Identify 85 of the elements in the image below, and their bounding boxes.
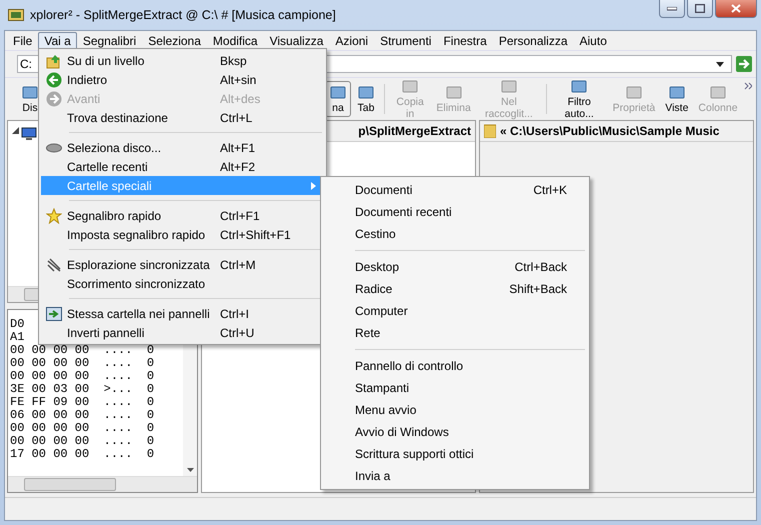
hex-row: 17 00 00 00 .... 0 <box>10 448 154 461</box>
minimize-button[interactable] <box>659 0 685 18</box>
menu-bar-item[interactable]: Azioni <box>329 32 374 50</box>
menu-item[interactable]: Inverti pannelli Ctrl+U <box>41 323 324 342</box>
menu-bar-item[interactable]: Modifica <box>206 32 264 50</box>
menu-item[interactable]: Stampanti <box>323 377 587 399</box>
back-arrow-icon <box>46 72 62 88</box>
toolbar-tile-icon <box>500 78 518 94</box>
toolbar-tile-icon <box>329 84 347 100</box>
folder-up-icon <box>46 52 62 68</box>
toolbar-tile-icon <box>21 84 39 100</box>
hex-row: 00 00 00 00 .... 0 <box>10 357 154 370</box>
hex-row: 00 00 00 00 .... 0 <box>10 422 154 435</box>
toolbar-button[interactable]: Dis <box>17 81 43 117</box>
close-button[interactable] <box>715 0 757 18</box>
menu-bar-item[interactable]: Seleziona <box>142 32 207 50</box>
menu-item[interactable]: Cartelle recenti Alt+F2 <box>41 157 324 176</box>
folder-icon <box>484 124 496 138</box>
submenu-arrow-icon <box>311 182 316 190</box>
star-icon <box>46 208 62 224</box>
sync-icon <box>46 256 62 272</box>
menu-bar-item[interactable]: Segnalibri <box>76 32 142 50</box>
window-title: xplorer² - SplitMergeExtract @ C:\ # [Musica campione] <box>30 8 336 22</box>
menu-bar-item[interactable]: Aiuto <box>574 32 613 50</box>
hex-row: D0 <box>10 318 24 331</box>
toolbar-button[interactable]: Viste <box>661 81 692 117</box>
menu-item[interactable]: Scorrimento sincronizzato <box>41 274 324 293</box>
horizontal-scrollbar[interactable] <box>8 476 197 492</box>
menu-item[interactable]: Imposta segnalibro rapido Ctrl+Shift+F1 <box>41 225 324 244</box>
computer-icon[interactable] <box>21 127 37 141</box>
menu-bar-item[interactable]: File <box>7 32 38 50</box>
toolbar-tile-icon <box>624 84 643 100</box>
menu-item[interactable]: Radice Shift+Back <box>323 278 587 300</box>
disk-drive-icon <box>46 142 62 152</box>
hex-row: 3E 00 03 00 >... 0 <box>10 383 154 396</box>
menu-bar-item[interactable]: Personalizza <box>492 32 574 50</box>
menu-item[interactable]: Segnalibro rapido Ctrl+F1 <box>41 206 324 225</box>
dropdown-caret-icon[interactable] <box>716 62 724 67</box>
toolbar-tile-icon <box>570 78 588 94</box>
menu-item[interactable]: Computer <box>323 300 587 322</box>
maximize-button[interactable] <box>687 0 713 18</box>
menu-item[interactable]: Scrittura supporti ottici <box>323 443 587 465</box>
toolbar-tile-icon <box>668 84 686 100</box>
menu-bar-item[interactable]: Vai a <box>38 32 77 50</box>
maximize-icon <box>695 4 705 13</box>
close-icon <box>731 4 741 13</box>
menu-bar-item[interactable]: Visualizza <box>264 32 330 50</box>
hex-row: FE FF 09 00 .... 0 <box>10 396 154 409</box>
menu-item[interactable]: Esplorazione sincronizzata Ctrl+M <box>41 255 324 274</box>
minimize-icon <box>667 6 677 10</box>
expand-arrow-icon[interactable] <box>12 127 19 134</box>
hex-row: A1 <box>10 331 24 344</box>
toolbar-tile-icon <box>708 84 727 100</box>
menu-item[interactable]: Menu avvio <box>323 399 587 421</box>
menu-item[interactable]: Documenti Ctrl+K <box>323 179 587 201</box>
arrow-into-pane-icon <box>46 306 62 320</box>
hex-row: 00 00 00 00 .... 0 <box>10 344 154 357</box>
more-chevron-icon[interactable] <box>744 82 752 90</box>
menu-item[interactable]: Pannello di controllo <box>323 355 587 377</box>
toolbar-button[interactable]: Filtro auto... <box>552 75 607 123</box>
menu-item[interactable]: Avvio di Windows <box>323 421 587 443</box>
forward-arrow-icon <box>46 90 62 106</box>
toolbar-tile-icon <box>357 84 375 100</box>
menu-item[interactable]: Stessa cartella nei pannelli Ctrl+I <box>41 304 324 323</box>
menu-item[interactable]: Invia a <box>323 465 587 487</box>
menu-item[interactable]: Indietro Alt+sin <box>41 70 324 89</box>
pane-path: p\SplitMergeExtract <box>358 124 471 138</box>
hex-row: 00 00 00 00 .... 0 <box>10 435 154 448</box>
hex-row: 06 00 00 00 .... 0 <box>10 409 154 422</box>
hex-row: 00 00 00 00 .... 0 <box>10 370 154 383</box>
menu-item[interactable]: Rete <box>323 322 587 344</box>
menu-item[interactable]: Trova destinazione Ctrl+L <box>41 108 324 127</box>
pane-path: « C:\Users\Public\Music\Sample Music <box>500 124 720 138</box>
app-icon <box>8 8 24 22</box>
menu-item[interactable]: Documenti recenti <box>323 201 587 223</box>
go-arrow-icon[interactable] <box>736 56 752 72</box>
toolbar-tile-icon <box>444 84 463 100</box>
scroll-down-arrow-icon[interactable] <box>186 468 194 472</box>
menu-item[interactable]: Seleziona disco... Alt+F1 <box>41 138 324 157</box>
menu-item[interactable]: Cestino <box>323 223 587 245</box>
toolbar-button[interactable]: Tab <box>353 81 379 117</box>
toolbar-tile-icon <box>401 78 420 94</box>
menu-bar-item[interactable]: Strumenti <box>374 32 438 50</box>
menu-bar-item[interactable]: Finestra <box>437 32 493 50</box>
menu-item[interactable]: Desktop Ctrl+Back <box>323 256 587 278</box>
